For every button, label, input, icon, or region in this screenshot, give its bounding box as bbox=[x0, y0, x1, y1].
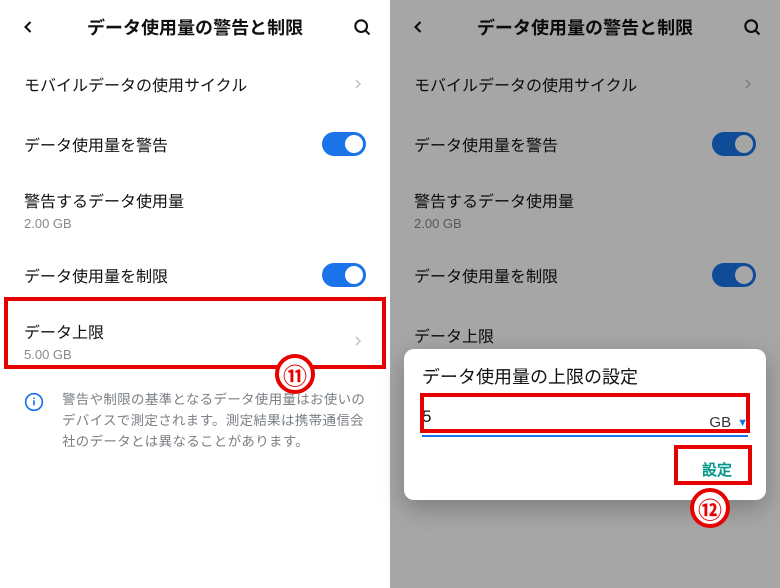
row-label: 警告するデータ使用量 bbox=[414, 188, 574, 212]
page-title: データ使用量の警告と制限 bbox=[446, 14, 724, 40]
annotation-badge-11: ⑪ bbox=[275, 354, 315, 394]
chevron-right-icon bbox=[350, 333, 366, 349]
row-label: データ使用量を制限 bbox=[24, 263, 168, 287]
toggle-switch[interactable] bbox=[322, 263, 366, 287]
search-icon bbox=[352, 17, 372, 37]
chevron-right-icon bbox=[350, 76, 366, 92]
search-button[interactable] bbox=[738, 13, 766, 41]
row-warn-amount[interactable]: 警告するデータ使用量 2.00 GB bbox=[4, 174, 386, 245]
row-subtext: 2.00 GB bbox=[414, 216, 574, 231]
row-limit-toggle[interactable]: データ使用量を制限 bbox=[394, 245, 776, 305]
screenshot-right: データ使用量の警告と制限 モバイルデータの使用サイクル データ使用量を警告 警告… bbox=[390, 0, 780, 588]
unit-dropdown[interactable]: GB ▼ bbox=[709, 414, 748, 431]
row-warn-toggle[interactable]: データ使用量を警告 bbox=[394, 114, 776, 174]
chevron-left-icon bbox=[408, 17, 428, 37]
caret-down-icon: ▼ bbox=[737, 417, 748, 429]
info-icon bbox=[24, 392, 46, 453]
row-subtext: 2.00 GB bbox=[24, 216, 184, 231]
confirm-button[interactable]: 設定 bbox=[686, 451, 748, 488]
limit-value-input[interactable] bbox=[422, 403, 699, 431]
row-usage-cycle[interactable]: モバイルデータの使用サイクル bbox=[4, 54, 386, 114]
row-label: モバイルデータの使用サイクル bbox=[414, 72, 637, 96]
toggle-switch[interactable] bbox=[712, 132, 756, 156]
settings-list: モバイルデータの使用サイクル データ使用量を警告 警告するデータ使用量 2.00… bbox=[0, 54, 390, 467]
row-usage-cycle[interactable]: モバイルデータの使用サイクル bbox=[394, 54, 776, 114]
row-label: データ上限 bbox=[24, 319, 104, 343]
row-label: データ使用量を警告 bbox=[414, 132, 558, 156]
info-text: 警告や制限の基準となるデータ使用量はお使いのデバイスで測定されます。測定結果は携… bbox=[62, 390, 366, 453]
unit-label: GB bbox=[709, 414, 731, 431]
search-button[interactable] bbox=[348, 13, 376, 41]
dialog-input-row: GB ▼ bbox=[422, 403, 748, 437]
row-label: データ上限 bbox=[414, 323, 494, 347]
row-label: 警告するデータ使用量 bbox=[24, 188, 184, 212]
toggle-switch[interactable] bbox=[712, 263, 756, 287]
dialog-title: データ使用量の上限の設定 bbox=[422, 363, 748, 389]
back-button[interactable] bbox=[14, 13, 42, 41]
row-label: モバイルデータの使用サイクル bbox=[24, 72, 247, 96]
row-warn-amount[interactable]: 警告するデータ使用量 2.00 GB bbox=[394, 174, 776, 245]
annotation-badge-12: ⑫ bbox=[690, 488, 730, 528]
settings-list: モバイルデータの使用サイクル データ使用量を警告 警告するデータ使用量 2.00… bbox=[390, 54, 780, 365]
row-subtext: 5.00 GB bbox=[24, 347, 104, 362]
toggle-switch[interactable] bbox=[322, 132, 366, 156]
page-title: データ使用量の警告と制限 bbox=[56, 14, 334, 40]
screenshot-left: データ使用量の警告と制限 モバイルデータの使用サイクル データ使用量を警告 警告… bbox=[0, 0, 390, 588]
data-limit-dialog: データ使用量の上限の設定 GB ▼ 設定 bbox=[404, 349, 766, 500]
row-limit-toggle[interactable]: データ使用量を制限 bbox=[4, 245, 386, 305]
back-button[interactable] bbox=[404, 13, 432, 41]
row-label: データ使用量を制限 bbox=[414, 263, 558, 287]
search-icon bbox=[742, 17, 762, 37]
row-warn-toggle[interactable]: データ使用量を警告 bbox=[4, 114, 386, 174]
topbar: データ使用量の警告と制限 bbox=[390, 0, 780, 54]
topbar: データ使用量の警告と制限 bbox=[0, 0, 390, 54]
row-data-cap[interactable]: データ上限 5.00 GB bbox=[4, 305, 386, 376]
row-label: データ使用量を警告 bbox=[24, 132, 168, 156]
chevron-right-icon bbox=[740, 76, 756, 92]
chevron-left-icon bbox=[18, 17, 38, 37]
info-note: 警告や制限の基準となるデータ使用量はお使いのデバイスで測定されます。測定結果は携… bbox=[4, 376, 386, 467]
